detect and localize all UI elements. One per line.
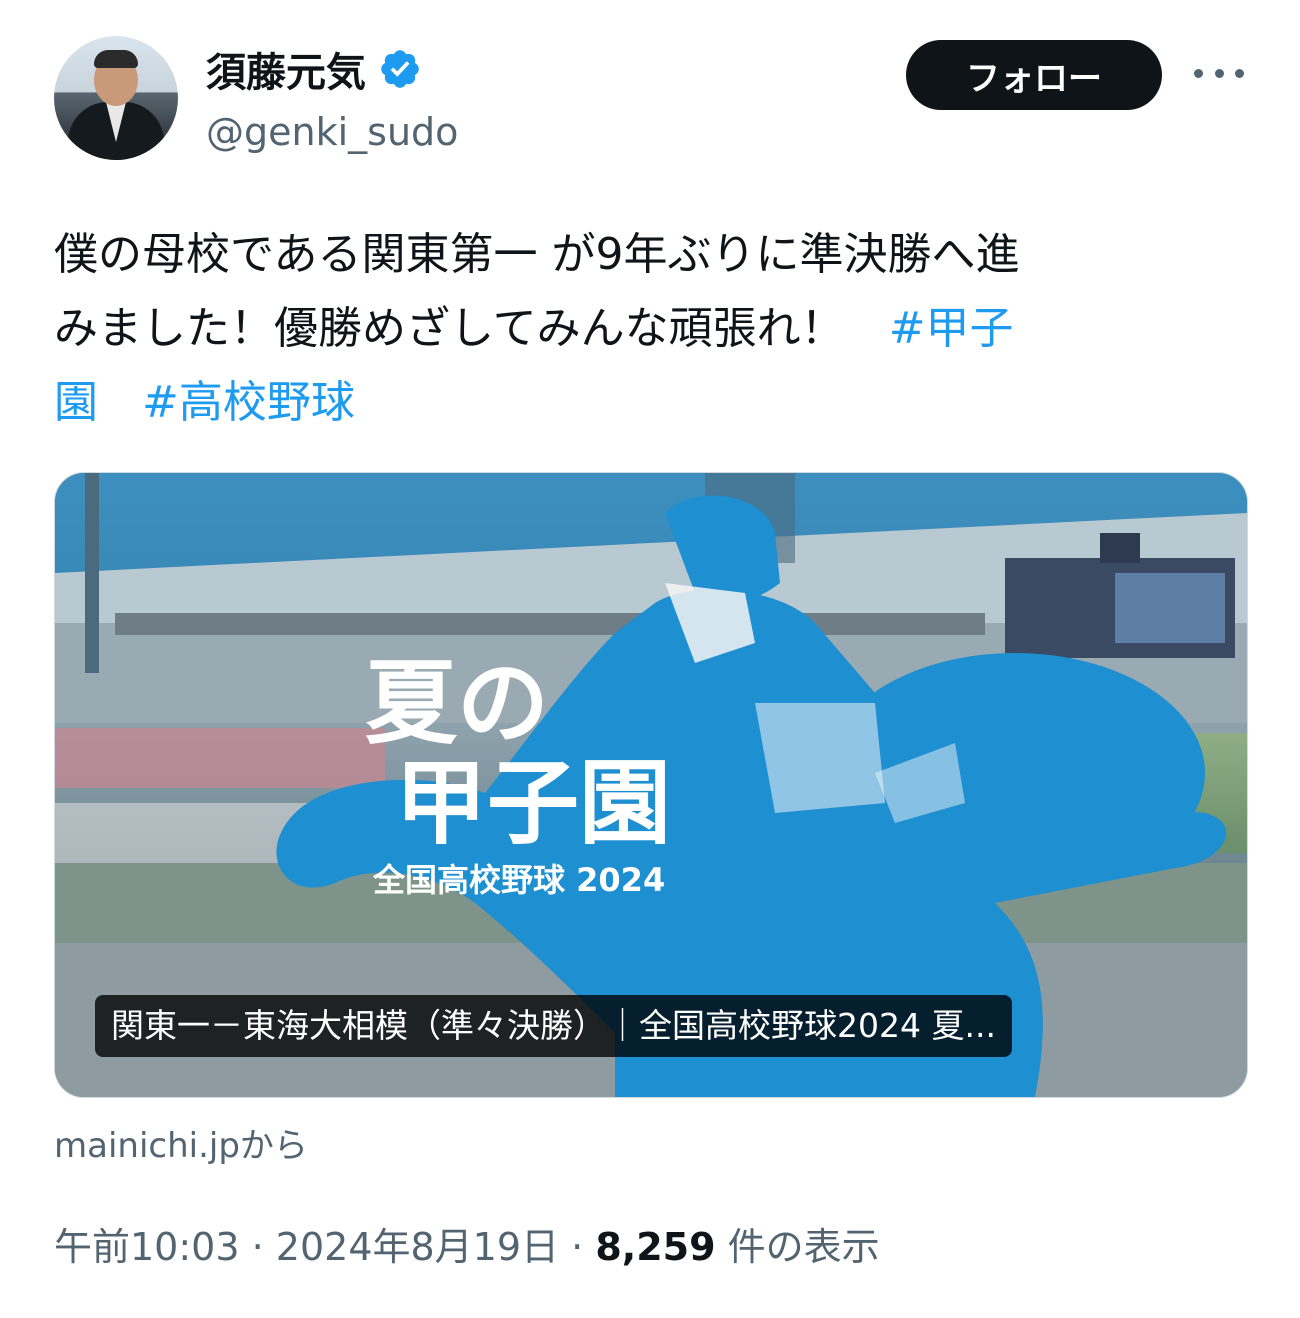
views-label: 件の表示: [727, 1225, 880, 1269]
more-dot: [1194, 68, 1203, 78]
tweet-line-2: みました！優勝めざしてみんな頑張れ！ #甲子: [54, 292, 1254, 366]
tweet-line-1: 僕の母校である関東第一 が9年ぶりに準決勝へ進: [54, 229, 1020, 280]
meta-separator: ·: [251, 1225, 264, 1269]
more-dot: [1235, 68, 1244, 78]
meta-separator: ·: [571, 1225, 584, 1269]
card-subtitle: 全国高校野球 2024: [372, 861, 665, 899]
more-options-icon[interactable]: [1194, 58, 1244, 88]
follow-button[interactable]: フォロー: [906, 40, 1162, 110]
card-title-line1: 夏の: [365, 650, 549, 757]
tweet-time[interactable]: 午前10:03: [54, 1225, 240, 1269]
tweet-line-2-text: みました！優勝めざしてみんな頑張れ！: [54, 303, 889, 354]
author-name-row[interactable]: 須藤元気: [206, 40, 422, 98]
author-name[interactable]: 須藤元気: [206, 40, 366, 98]
card-title-line2: 甲子園: [395, 750, 671, 857]
verified-badge-icon: [378, 47, 422, 91]
hashtag-koshien-end[interactable]: 園: [54, 377, 98, 428]
author-handle[interactable]: @genki_sudo: [206, 110, 458, 154]
tweet-date[interactable]: 2024年8月19日: [276, 1225, 559, 1269]
link-card[interactable]: 夏の 甲子園 全国高校野球 2024 関東一－東海大相模（準々決勝）｜全国高校野…: [54, 472, 1248, 1098]
tweet-meta: 午前10:03 · 2024年8月19日 · 8,259 件の表示: [54, 1216, 880, 1271]
avatar-hair: [94, 50, 138, 68]
more-dot: [1214, 68, 1224, 78]
views-count: 8,259: [595, 1225, 716, 1269]
hashtag-koshien[interactable]: #甲子: [889, 303, 1014, 354]
card-caption[interactable]: 関東一－東海大相模（準々決勝）｜全国高校野球2024 夏...: [95, 995, 1012, 1057]
author-avatar[interactable]: [54, 36, 178, 160]
tweet-text: 僕の母校である関東第一 が9年ぶりに準決勝へ進 みました！優勝めざしてみんな頑張…: [54, 218, 1254, 440]
card-source[interactable]: mainichi.jpから: [54, 1118, 308, 1167]
hashtag-koukouyakyu[interactable]: #高校野球: [142, 377, 355, 428]
tweet-line-3: 園 #高校野球: [54, 366, 1254, 440]
